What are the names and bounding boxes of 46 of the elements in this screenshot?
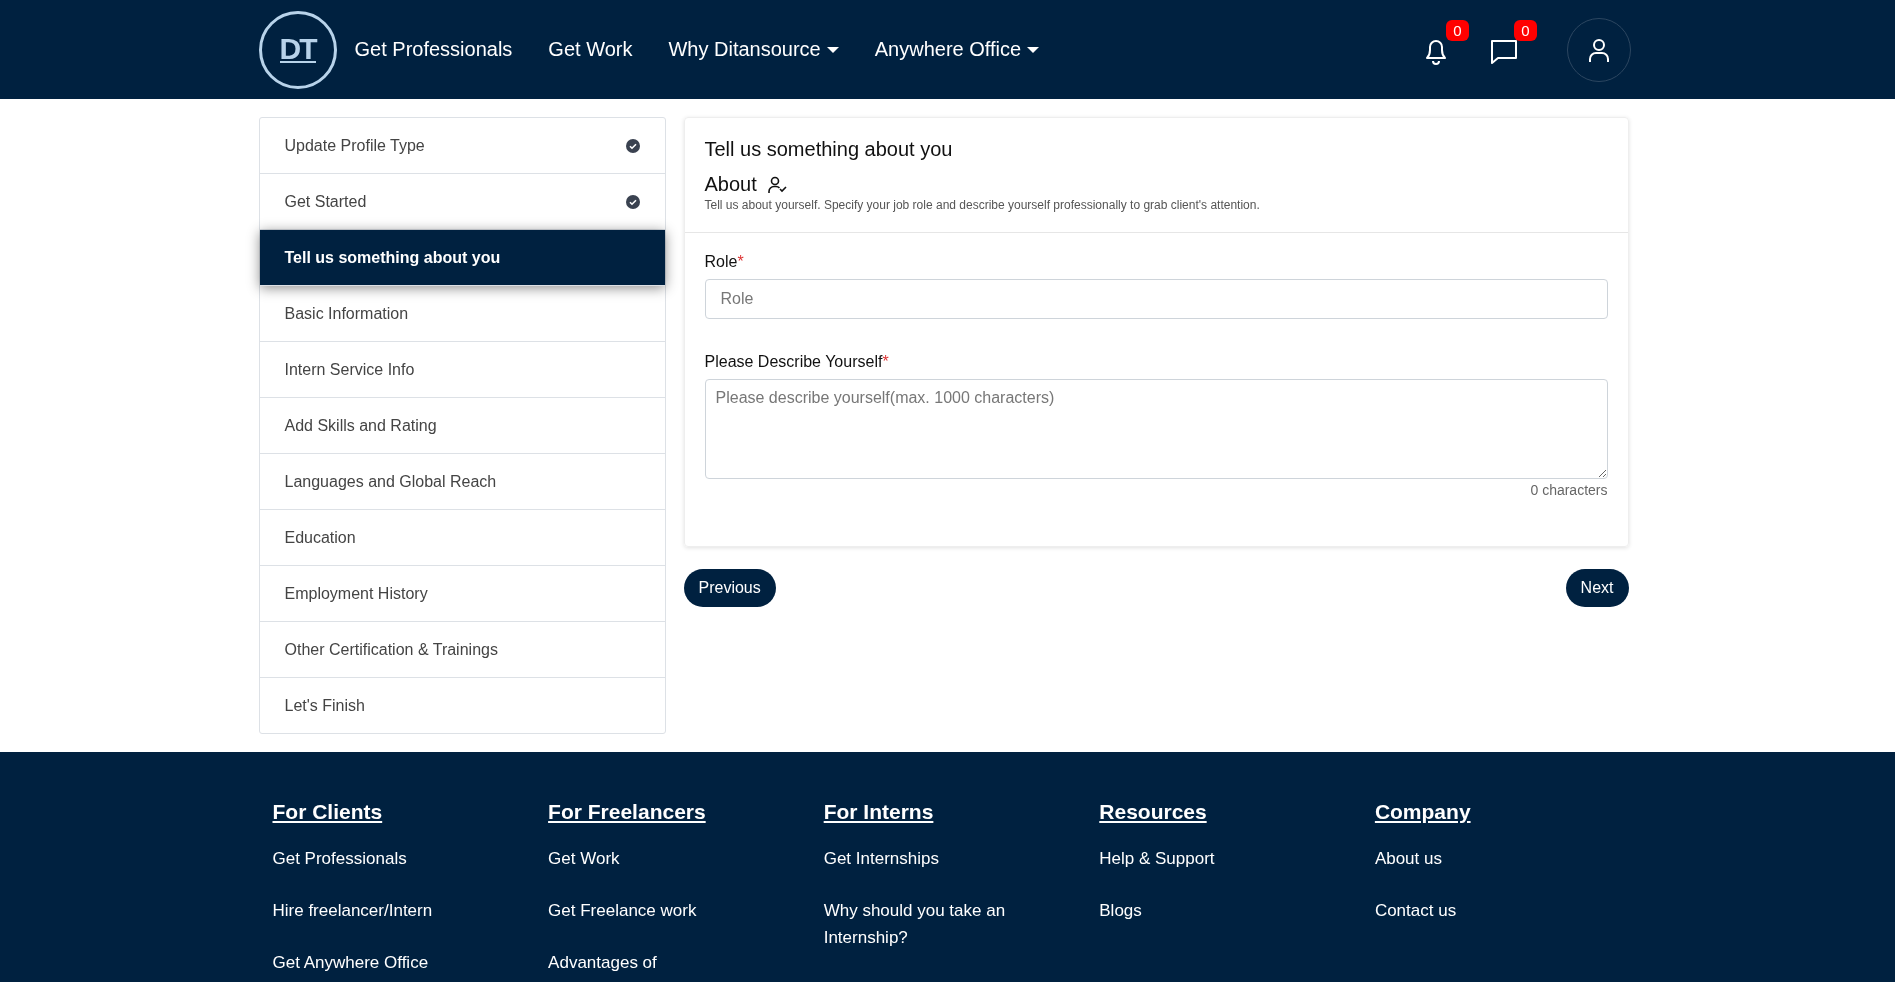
footer-link[interactable]: Contact us (1374, 897, 1457, 924)
section-description: Tell us about yourself. Specify your job role and describe yourself professionally to grab client's attention. (704, 198, 1261, 212)
footer-link[interactable]: Blogs (1099, 897, 1142, 924)
sidebar-item[interactable]: Let's Finish (259, 678, 665, 733)
nav-link[interactable]: Why Ditansource (668, 38, 821, 61)
user-check-icon (766, 174, 787, 195)
sidebar-item[interactable]: Other Certification & Trainings (259, 622, 665, 678)
footer-heading[interactable]: Company (1374, 800, 1471, 824)
footer-heading[interactable]: Resources (1099, 800, 1207, 824)
footer-heading[interactable]: For Freelancers (548, 800, 706, 824)
user-icon (1586, 36, 1611, 63)
sidebar-item[interactable]: Basic Information (259, 286, 665, 342)
sidebar-item[interactable]: Employment History (259, 566, 665, 622)
count-badge: 0 (1514, 19, 1537, 41)
sidebar-item[interactable]: Tell us something about you (259, 230, 665, 286)
footer-link[interactable]: Hire freelancer/Intern (272, 897, 433, 924)
footer-link[interactable]: Why should you take an Internship? (823, 897, 1044, 951)
footer-heading[interactable]: For Clients (272, 800, 383, 824)
footer-link[interactable]: Get Internships (823, 845, 939, 872)
role-input[interactable]: Role (704, 279, 1608, 319)
footer-link[interactable]: Get Anywhere Office (272, 949, 429, 976)
description-textarea[interactable]: Please describe yourself(max. 1000 characters) (704, 379, 1608, 479)
nav-link[interactable]: Get Professionals (354, 38, 513, 61)
footer-link[interactable]: About us (1374, 845, 1442, 872)
sidebar-item[interactable]: Languages and Global Reach (259, 454, 665, 510)
sidebar-item[interactable]: Add Skills and Rating (259, 398, 665, 454)
nav-link[interactable]: Get Work (548, 38, 633, 61)
field-label: Role* (704, 253, 745, 271)
footer-heading[interactable]: For Interns (823, 800, 934, 824)
footer-link[interactable]: Get Freelance work (548, 897, 697, 924)
footer-link[interactable]: Get Work (548, 845, 620, 872)
form-title: Tell us something about you (704, 138, 954, 161)
sidebar-item[interactable]: Update Profile Type (259, 118, 665, 174)
footer-link[interactable]: Help & Support (1099, 845, 1215, 872)
section-heading: About (704, 173, 757, 196)
count-badge: 0 (1446, 19, 1469, 41)
nav-link[interactable]: Anywhere Office (874, 38, 1022, 61)
previous-button[interactable]: Previous (683, 569, 776, 607)
sidebar-item[interactable]: Intern Service Info (259, 342, 665, 398)
next-button[interactable]: Next (1565, 569, 1629, 607)
character-counter: 0 characters (1529, 482, 1608, 498)
sidebar-item[interactable]: Education (259, 510, 665, 566)
footer-link[interactable]: Advantages of (548, 949, 657, 976)
field-label: Please Describe Yourself* (704, 353, 890, 371)
logo[interactable]: DT (258, 10, 337, 89)
footer-link[interactable]: Get Professionals (272, 845, 407, 872)
